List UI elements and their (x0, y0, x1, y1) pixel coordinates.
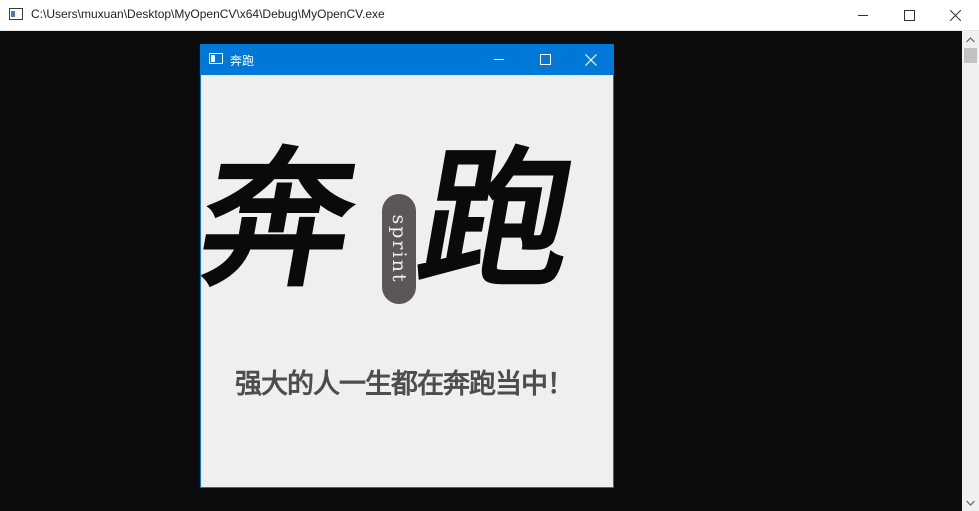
console-minimize-button[interactable] (840, 0, 886, 30)
scroll-down-button[interactable] (962, 494, 979, 511)
image-window-app-icon[interactable] (209, 53, 223, 64)
console-app-icon[interactable] (9, 8, 23, 20)
calligraphy-left-character: 奔 (201, 132, 365, 308)
close-icon (585, 53, 597, 66)
image-window-title: 奔跑 (230, 54, 255, 68)
close-icon (949, 9, 961, 21)
image-window[interactable]: 奔跑 奔 sprint 跑 强大的人一生都在奔跑当中！ (200, 44, 614, 488)
console-vertical-scrollbar[interactable] (962, 31, 979, 511)
maximize-icon (539, 54, 551, 65)
scroll-up-button[interactable] (962, 31, 979, 48)
maximize-icon (903, 9, 915, 21)
image-window-title-bar[interactable]: 奔跑 (200, 44, 614, 75)
sprint-badge-text: sprint (388, 214, 410, 284)
minimize-icon (493, 59, 504, 60)
image-minimize-button[interactable] (476, 44, 522, 75)
image-close-button[interactable] (568, 44, 614, 75)
calligraphy-right-character: 跑 (407, 132, 585, 308)
slogan-text: 强大的人一生都在奔跑当中！ (235, 369, 574, 400)
scroll-thumb[interactable] (964, 48, 977, 63)
image-canvas: 奔 sprint 跑 强大的人一生都在奔跑当中！ (201, 75, 613, 487)
console-close-button[interactable] (932, 0, 978, 30)
console-maximize-button[interactable] (886, 0, 932, 30)
image-maximize-button[interactable] (522, 44, 568, 75)
chevron-up-icon (966, 36, 975, 42)
minimize-icon (857, 14, 868, 16)
console-title-bar[interactable]: C:\Users\muxuan\Desktop\MyOpenCV\x64\Deb… (0, 0, 979, 31)
console-window-title: C:\Users\muxuan\Desktop\MyOpenCV\x64\Deb… (31, 7, 385, 21)
chevron-down-icon (966, 500, 975, 506)
